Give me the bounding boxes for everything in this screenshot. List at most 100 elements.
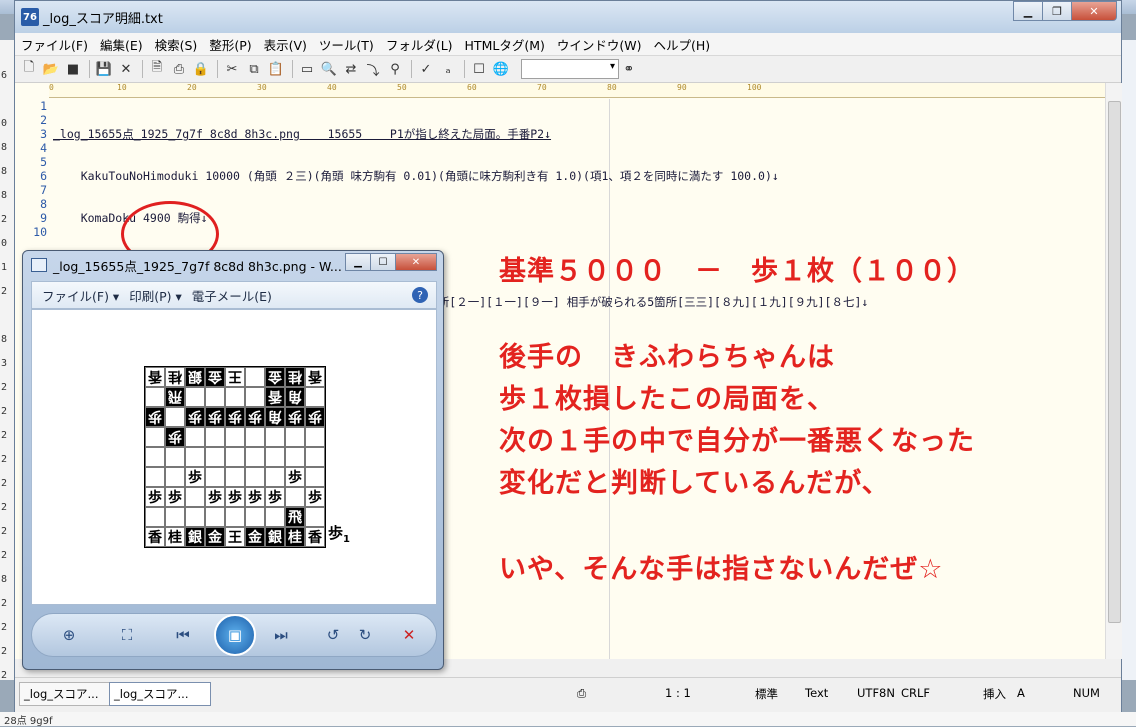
- fit-icon[interactable]: ⛶: [116, 624, 138, 646]
- viewer-menu-print[interactable]: 印刷(P) ▾: [129, 286, 182, 305]
- shogi-piece: 歩: [225, 407, 245, 427]
- window-title: _log_スコア明細.txt: [43, 11, 163, 27]
- zoom-icon[interactable]: ⊕: [58, 624, 80, 646]
- line-number: 3: [40, 127, 47, 141]
- shogi-piece: 角: [265, 407, 285, 427]
- close-icon: ✕: [1089, 4, 1099, 18]
- search-next-icon[interactable]: ⤵: [363, 59, 383, 79]
- vertical-scrollbar[interactable]: [1105, 83, 1122, 659]
- board-cell: [145, 427, 165, 447]
- status-doc-icon[interactable]: ⎙: [577, 686, 586, 701]
- toolbar-divider: [464, 60, 465, 78]
- board-cell: [305, 467, 325, 487]
- scrollbar-thumb[interactable]: [1108, 101, 1121, 623]
- cut-icon[interactable]: ✂: [222, 59, 242, 79]
- line-number: 2: [40, 113, 47, 127]
- preview-icon[interactable]: 🗎: [147, 59, 167, 79]
- hand-count: 1: [343, 534, 350, 545]
- menu-tools[interactable]: ツール(T): [313, 35, 380, 54]
- status-mode[interactable]: 標準: [755, 686, 778, 702]
- rotate-right-icon[interactable]: ↻: [354, 624, 376, 646]
- menu-folder[interactable]: フォルダ(L): [380, 35, 459, 54]
- shogi-piece: 角: [285, 387, 305, 407]
- board-cell: [145, 467, 165, 487]
- menu-file[interactable]: ファイル(F): [15, 35, 94, 54]
- search-icon[interactable]: 🔍: [319, 59, 339, 79]
- menu-view[interactable]: 表示(V): [258, 35, 313, 54]
- line-number: 4: [40, 141, 47, 155]
- delete-icon[interactable]: ✕: [398, 624, 420, 646]
- web-icon[interactable]: 🌐: [491, 59, 511, 79]
- shogi-piece: 歩: [145, 407, 165, 427]
- close-icon: ✕: [411, 256, 421, 268]
- menu-html-tag[interactable]: HTMLタグ(M): [459, 35, 551, 54]
- menu-bar: ファイル(F) 編集(E) 検索(S) 整形(P) 表示(V) ツール(T) フ…: [15, 33, 1121, 56]
- doc-tab-active[interactable]: _log_スコア...: [109, 682, 211, 706]
- help-icon[interactable]: ?: [412, 287, 428, 303]
- shogi-piece: 香: [305, 527, 325, 547]
- lock-icon[interactable]: 🔒: [191, 59, 211, 79]
- new-file-icon[interactable]: 🗋: [19, 59, 39, 79]
- save-icon[interactable]: 💾: [94, 59, 114, 79]
- doc-tab[interactable]: _log_スコア...: [19, 682, 115, 706]
- menu-edit[interactable]: 編集(E): [94, 35, 149, 54]
- checkbox-icon[interactable]: ☐: [469, 59, 489, 79]
- board-cell: [165, 467, 185, 487]
- open-folder-icon[interactable]: 📂: [41, 59, 61, 79]
- shogi-piece: 香: [305, 367, 325, 387]
- line-number-gutter: 1 2 3 4 5 6 7 8 9 10: [15, 99, 47, 239]
- close-button[interactable]: ✕: [1071, 1, 1117, 21]
- box-icon[interactable]: ▭: [297, 59, 317, 79]
- font-icon[interactable]: ₐ: [438, 59, 458, 79]
- rotate-left-icon[interactable]: ↺: [322, 624, 344, 646]
- title-bar[interactable]: 76 _log_スコア明細.txt ▁ ❐ ✕: [15, 1, 1121, 33]
- slideshow-icon[interactable]: ▣: [214, 614, 256, 656]
- menu-format[interactable]: 整形(P): [203, 35, 257, 54]
- line-number: 9: [40, 211, 47, 225]
- board-cell: [305, 507, 325, 527]
- viewer-minimize-button[interactable]: ▁: [345, 253, 371, 271]
- shogi-piece: 歩: [185, 407, 205, 427]
- viewer-maximize-button[interactable]: ☐: [370, 253, 396, 271]
- board-cell: [245, 507, 265, 527]
- spellcheck-icon[interactable]: ✓: [416, 59, 436, 79]
- menu-search[interactable]: 検索(S): [149, 35, 204, 54]
- status-insert[interactable]: 挿入: [983, 686, 1006, 702]
- shogi-piece: 銀: [265, 527, 285, 547]
- copy-icon[interactable]: ⧉: [244, 59, 264, 79]
- next-icon[interactable]: ⏭: [270, 624, 292, 646]
- viewer-menu-file[interactable]: ファイル(F) ▾: [42, 286, 119, 305]
- viewer-close-button[interactable]: ✕: [395, 253, 437, 271]
- board-cell: [205, 427, 225, 447]
- viewer-menu-email[interactable]: 電子メール(E): [192, 286, 272, 305]
- binoculars-icon[interactable]: ⚭: [619, 59, 639, 79]
- minimize-icon: ▁: [354, 256, 362, 268]
- search-replace-icon[interactable]: ⇄: [341, 59, 361, 79]
- paste-icon[interactable]: 📋: [266, 59, 286, 79]
- stop-icon[interactable]: ■: [63, 59, 83, 79]
- delete-icon[interactable]: ✕: [116, 59, 136, 79]
- toolbar-combobox[interactable]: [521, 59, 619, 79]
- annotation-line: いや、そんな手は指さないんだぜ☆: [499, 554, 944, 585]
- shogi-piece: 銀: [185, 367, 205, 387]
- minimize-button[interactable]: ▁: [1013, 1, 1043, 21]
- app-icon[interactable]: 76: [21, 8, 39, 26]
- menu-help[interactable]: ヘルプ(H): [647, 35, 716, 54]
- status-newline[interactable]: CRLF: [901, 686, 930, 700]
- maximize-button[interactable]: ❐: [1042, 1, 1072, 21]
- shogi-piece: 歩: [165, 427, 185, 447]
- maximize-icon: ☐: [378, 256, 388, 268]
- shogi-piece: 桂: [165, 367, 185, 387]
- status-encoding[interactable]: UTF8N: [857, 686, 895, 700]
- prev-icon[interactable]: ⏮: [172, 624, 194, 646]
- print-icon[interactable]: ⎙: [169, 59, 189, 79]
- board-cell: [185, 427, 205, 447]
- menu-window[interactable]: ウインドウ(W): [551, 35, 648, 54]
- ruler-tick: 40: [327, 83, 337, 92]
- status-type[interactable]: Text: [805, 686, 828, 700]
- shogi-piece: 歩: [245, 487, 265, 507]
- grep-icon[interactable]: ⚲: [385, 59, 405, 79]
- background-window-right: [1120, 40, 1136, 680]
- annotation-line: 次の１手の中で自分が一番悪くなった: [499, 426, 975, 457]
- board-cell: [265, 507, 285, 527]
